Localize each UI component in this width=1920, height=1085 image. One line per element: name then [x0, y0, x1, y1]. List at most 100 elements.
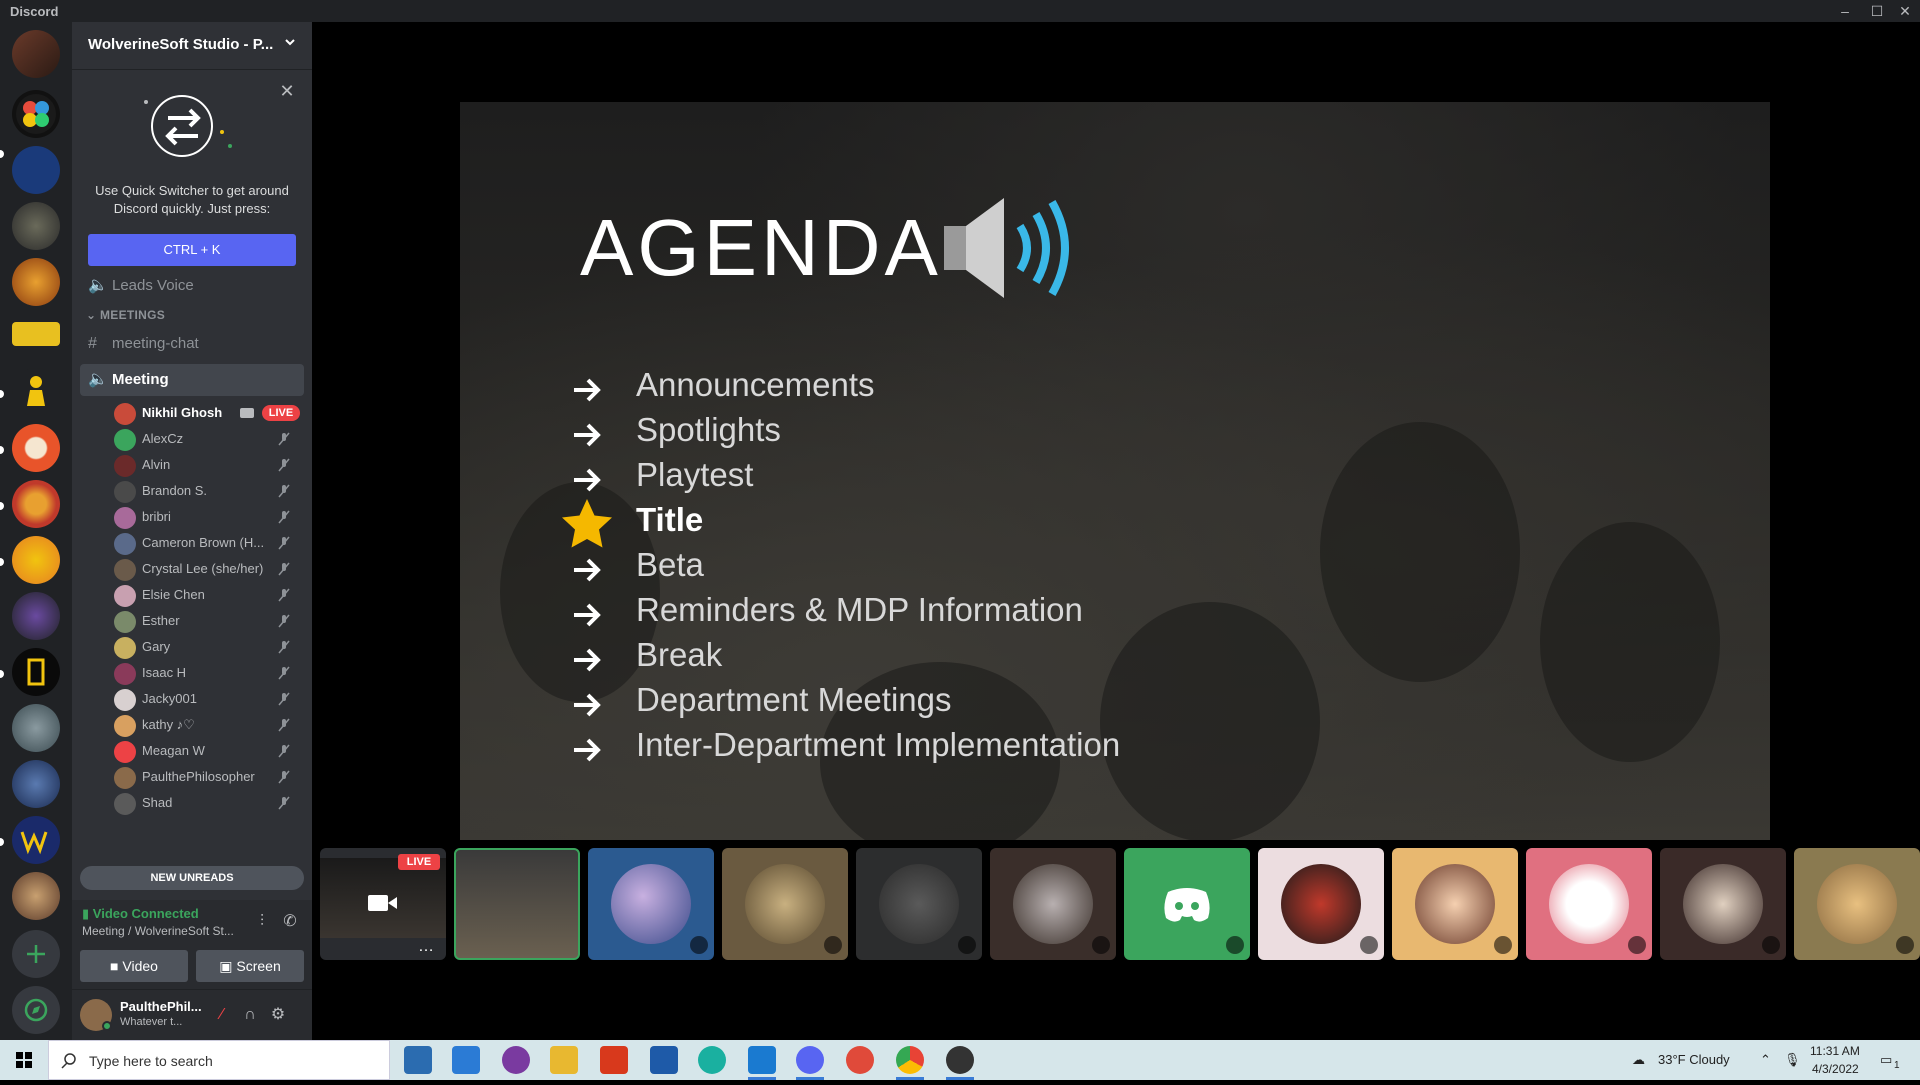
server-icon[interactable]	[12, 760, 60, 808]
voice-user[interactable]: kathy ♪♡	[108, 712, 304, 738]
voice-user[interactable]: Nikhil Ghosh LIVE	[108, 400, 304, 426]
avatar	[114, 793, 136, 815]
participant-tile[interactable]	[1124, 848, 1250, 960]
avatar	[114, 741, 136, 763]
server-icon[interactable]	[12, 536, 60, 584]
quick-switcher-shortcut-button[interactable]: CTRL + K	[88, 234, 296, 266]
participant-tile[interactable]	[990, 848, 1116, 960]
participant-tile[interactable]	[1660, 848, 1786, 960]
voice-user[interactable]: Elsie Chen	[108, 582, 304, 608]
avatar	[114, 767, 136, 789]
microphone-icon[interactable]: 🎙	[1784, 1052, 1801, 1068]
disconnect-icon[interactable]: ✆	[280, 912, 300, 932]
voice-user[interactable]: Jacky001	[108, 686, 304, 712]
server-icon[interactable]	[12, 592, 60, 640]
vscode-app-icon[interactable]	[748, 1046, 776, 1074]
start-button[interactable]	[0, 1040, 48, 1080]
github-app-icon[interactable]	[502, 1046, 530, 1074]
more-options-icon[interactable]: …	[418, 938, 434, 956]
noise-suppression-icon[interactable]: ⫶	[252, 912, 272, 932]
voice-user[interactable]: Brandon S.	[108, 478, 304, 504]
server-icon[interactable]	[12, 424, 60, 472]
channel-meeting[interactable]: 🔈 Meeting	[80, 364, 304, 396]
new-unreads-button[interactable]: NEW UNREADS	[80, 866, 304, 890]
voice-user-name: Crystal Lee (she/her)	[142, 561, 264, 576]
mail-app-icon[interactable]	[452, 1046, 480, 1074]
window-titlebar: Discord – ☐ ✕	[0, 0, 1920, 22]
voice-user[interactable]: Cameron Brown (H...	[108, 530, 304, 556]
server-icon[interactable]	[12, 368, 60, 416]
server-icon[interactable]	[12, 202, 60, 250]
voice-user[interactable]: Meagan W	[108, 738, 304, 764]
voice-user-name: Cameron Brown (H...	[142, 535, 265, 550]
server-icon[interactable]	[12, 30, 60, 78]
server-icon[interactable]	[12, 146, 60, 194]
taskbar-search[interactable]: Type here to search	[48, 1040, 390, 1080]
notification-center-icon[interactable]: ▭	[1880, 1052, 1892, 1068]
server-icon[interactable]	[12, 90, 60, 138]
mute-mic-icon[interactable]: ⁄	[212, 1005, 232, 1025]
participant-tile[interactable]	[722, 848, 848, 960]
muted-icon	[824, 936, 842, 954]
voice-user[interactable]: Alvin	[108, 452, 304, 478]
headphones-icon[interactable]: ∩	[240, 1005, 260, 1025]
office-app-icon[interactable]	[600, 1046, 628, 1074]
voice-user[interactable]: Isaac H	[108, 660, 304, 686]
participant-tile[interactable]	[1258, 848, 1384, 960]
avatar	[1415, 864, 1495, 944]
connection-location[interactable]: Meeting / WolverineSoft St...	[82, 924, 234, 938]
channel-leads-voice[interactable]: 🔈 Leads Voice	[80, 270, 304, 302]
voice-user[interactable]: Shad	[108, 790, 304, 816]
discord-app-icon[interactable]	[796, 1046, 824, 1074]
participant-tile[interactable]	[1526, 848, 1652, 960]
unread-pill	[0, 390, 4, 398]
server-icon[interactable]	[12, 480, 60, 528]
participant-tile-streamer[interactable]	[454, 848, 580, 960]
voice-user[interactable]: Crystal Lee (she/her)	[108, 556, 304, 582]
clock-time[interactable]: 11:31 AM	[1810, 1044, 1860, 1058]
video-button[interactable]: ■ Video	[80, 950, 188, 982]
participant-tile[interactable]	[1392, 848, 1518, 960]
voice-user[interactable]: AlexCz	[108, 426, 304, 452]
edge-app-icon[interactable]	[698, 1046, 726, 1074]
participant-tile[interactable]	[588, 848, 714, 960]
screen-share-stream[interactable]: AGENDA Announcements Spotlights Playtest Ti…	[460, 102, 1770, 840]
server-icon[interactable]	[12, 872, 60, 920]
stream-preview-tile[interactable]: LIVE …	[320, 848, 446, 960]
minimize-button[interactable]: –	[1830, 0, 1860, 22]
category-meetings[interactable]: ⌄ MEETINGS	[86, 308, 165, 322]
server-header[interactable]: WolverineSoft Studio - P...	[72, 22, 312, 70]
chevron-up-icon[interactable]: ⌃	[1760, 1052, 1771, 1068]
avatar	[114, 585, 136, 607]
voice-user[interactable]: Gary	[108, 634, 304, 660]
user-name[interactable]: PaulthePhil...	[120, 999, 202, 1014]
server-icon[interactable]	[12, 322, 60, 346]
word-app-icon[interactable]	[650, 1046, 678, 1074]
server-icon[interactable]	[12, 648, 60, 696]
channel-meeting-chat[interactable]: # meeting-chat	[80, 328, 304, 360]
recorder-app-icon[interactable]	[846, 1046, 874, 1074]
server-icon[interactable]	[12, 258, 60, 306]
voice-user[interactable]: PaulthePhilosopher	[108, 764, 304, 790]
maximize-button[interactable]: ☐	[1862, 0, 1892, 22]
participant-tile[interactable]	[856, 848, 982, 960]
server-icon[interactable]	[12, 704, 60, 752]
weather-text[interactable]: 33°F Cloudy	[1658, 1052, 1730, 1067]
server-icon[interactable]	[12, 816, 60, 864]
screen-share-button[interactable]: ▣ Screen	[196, 950, 304, 982]
file-explorer-icon[interactable]	[550, 1046, 578, 1074]
close-icon[interactable]: ✕	[278, 82, 296, 100]
store-app-icon[interactable]	[404, 1046, 432, 1074]
muted-icon	[1092, 936, 1110, 954]
add-server-button[interactable]	[12, 930, 60, 978]
explore-servers-button[interactable]	[12, 986, 60, 1034]
obs-app-icon[interactable]	[946, 1046, 974, 1074]
weather-icon[interactable]: ☁	[1632, 1052, 1645, 1068]
chrome-app-icon[interactable]	[896, 1046, 924, 1074]
participant-tile[interactable]	[1794, 848, 1920, 960]
close-window-button[interactable]: ✕	[1890, 0, 1920, 22]
clock-date[interactable]: 4/3/2022	[1812, 1062, 1859, 1076]
voice-user[interactable]: bribri	[108, 504, 304, 530]
voice-user[interactable]: Esther	[108, 608, 304, 634]
gear-icon[interactable]: ⚙	[268, 1005, 288, 1025]
